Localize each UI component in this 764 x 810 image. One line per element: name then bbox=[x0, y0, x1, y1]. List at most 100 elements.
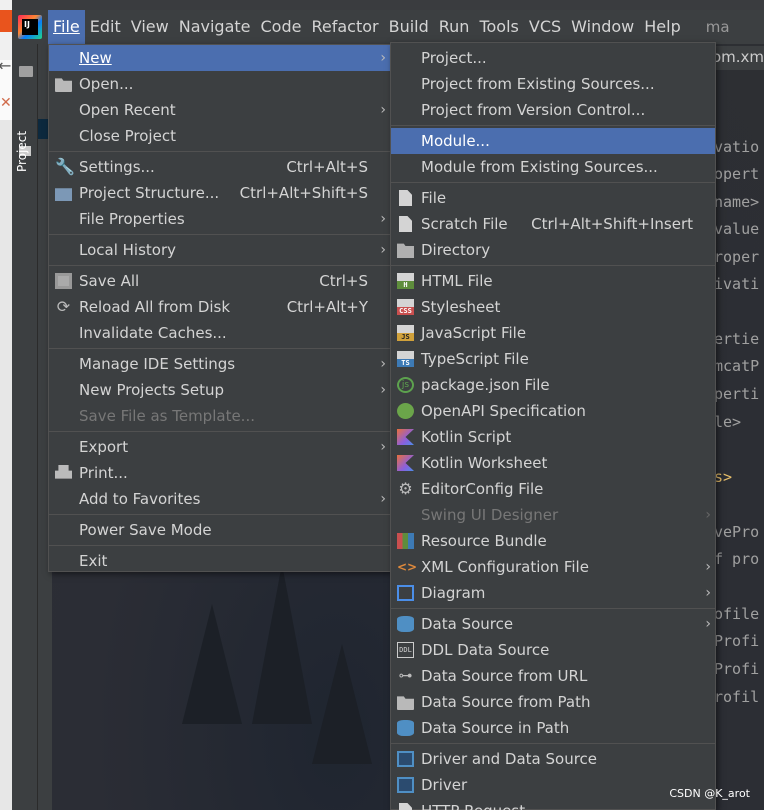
menu-view[interactable]: View bbox=[126, 10, 174, 44]
menu-item-ds-path[interactable]: Data Source from Path bbox=[391, 689, 715, 715]
menu-item-project-vcs[interactable]: Project from Version Control... bbox=[391, 97, 715, 123]
menu-item-stylesheet[interactable]: CSS Stylesheet bbox=[391, 294, 715, 320]
menu-item-label: Scratch File bbox=[421, 215, 508, 233]
menu-item-exit[interactable]: Exit bbox=[49, 548, 390, 574]
menu-item-add-favorites[interactable]: Add to Favorites › bbox=[49, 486, 390, 512]
menu-item-reload[interactable]: ⟳ Reload All from Disk Ctrl+Alt+Y bbox=[49, 294, 390, 320]
menu-item-label: Manage IDE Settings bbox=[79, 355, 236, 373]
code-line: f pro bbox=[714, 550, 760, 568]
menu-item-package-json[interactable]: js package.json File bbox=[391, 372, 715, 398]
menu-item-label: XML Configuration File bbox=[421, 558, 589, 576]
menu-window[interactable]: Window bbox=[566, 10, 639, 44]
menu-item-print[interactable]: Print... bbox=[49, 460, 390, 486]
menu-run[interactable]: Run bbox=[434, 10, 475, 44]
menu-item-close-project[interactable]: Close Project bbox=[49, 123, 390, 149]
css-file-icon: CSS bbox=[397, 299, 414, 315]
resource-bundle-icon bbox=[397, 533, 414, 549]
menu-item-http-request[interactable]: HTTP Request bbox=[391, 798, 715, 810]
menu-item-label: Data Source from URL bbox=[421, 667, 588, 685]
menu-item-openapi[interactable]: OpenAPI Specification bbox=[391, 398, 715, 424]
html-file-icon: H bbox=[397, 273, 414, 289]
menu-item-xml-config[interactable]: <> XML Configuration File › bbox=[391, 554, 715, 580]
menu-item-diagram[interactable]: Diagram › bbox=[391, 580, 715, 606]
menu-item-new[interactable]: New › bbox=[49, 45, 390, 71]
menu-item-label: File bbox=[421, 189, 447, 207]
code-line: Profi bbox=[714, 632, 760, 650]
menu-item-manage-ide[interactable]: Manage IDE Settings › bbox=[49, 351, 390, 377]
menu-item-label: Project Structure... bbox=[79, 184, 220, 202]
menu-item-ds-url[interactable]: ⊶ Data Source from URL bbox=[391, 663, 715, 689]
menu-item-new-projects-setup[interactable]: New Projects Setup › bbox=[49, 377, 390, 403]
menu-help[interactable]: Help bbox=[639, 10, 685, 44]
menu-item-project-existing[interactable]: Project from Existing Sources... bbox=[391, 71, 715, 97]
menu-item-kotlin-script[interactable]: Kotlin Script bbox=[391, 424, 715, 450]
menu-item-label: Settings... bbox=[79, 158, 155, 176]
menu-item-project[interactable]: Project... bbox=[391, 45, 715, 71]
menu-item-file[interactable]: File bbox=[391, 185, 715, 211]
wrench-icon: 🔧 bbox=[55, 157, 75, 176]
menu-item-label: Data Source bbox=[421, 615, 514, 633]
menu-item-settings[interactable]: 🔧 Settings... Ctrl+Alt+S bbox=[49, 154, 390, 180]
project-tool-tab[interactable]: Project bbox=[15, 131, 29, 172]
menu-item-module-existing[interactable]: Module from Existing Sources... bbox=[391, 154, 715, 180]
menu-navigate[interactable]: Navigate bbox=[174, 10, 256, 44]
menu-item-module[interactable]: Module... bbox=[391, 128, 715, 154]
menu-item-label: Open Recent bbox=[79, 101, 176, 119]
menu-item-save-all[interactable]: Save All Ctrl+S bbox=[49, 268, 390, 294]
menu-item-resource-bundle[interactable]: Resource Bundle bbox=[391, 528, 715, 554]
left-tool-strip: Project cture bbox=[12, 44, 38, 810]
menu-vcs[interactable]: VCS bbox=[524, 10, 566, 44]
menu-item-ddl-data-source[interactable]: DDL DDL Data Source bbox=[391, 637, 715, 663]
project-structure-icon bbox=[55, 188, 72, 201]
menu-item-local-history[interactable]: Local History › bbox=[49, 237, 390, 263]
back-arrow-icon[interactable]: ← bbox=[0, 56, 11, 75]
menu-item-power-save[interactable]: Power Save Mode bbox=[49, 517, 390, 543]
reload-icon: ⟳ bbox=[56, 297, 71, 316]
menu-item-label: Print... bbox=[79, 464, 128, 482]
menu-item-javascript[interactable]: JS JavaScript File bbox=[391, 320, 715, 346]
code-line: mcatP bbox=[714, 357, 760, 375]
menu-item-directory[interactable]: Directory bbox=[391, 237, 715, 263]
menu-item-label: Add to Favorites bbox=[79, 490, 201, 508]
submenu-arrow-icon: › bbox=[380, 382, 386, 398]
package-json-icon: js bbox=[397, 377, 414, 393]
gear-icon: ⚙ bbox=[398, 479, 413, 498]
menu-item-driver-ds[interactable]: Driver and Data Source bbox=[391, 746, 715, 772]
menu-item-typescript[interactable]: TS TypeScript File bbox=[391, 346, 715, 372]
menu-item-invalidate-caches[interactable]: Invalidate Caches... bbox=[49, 320, 390, 346]
menu-item-data-source[interactable]: Data Source › bbox=[391, 611, 715, 637]
menu-item-kotlin-worksheet[interactable]: Kotlin Worksheet bbox=[391, 450, 715, 476]
menu-item-driver[interactable]: Driver bbox=[391, 772, 715, 798]
menu-item-open-recent[interactable]: Open Recent › bbox=[49, 97, 390, 123]
menu-build[interactable]: Build bbox=[384, 10, 434, 44]
menu-separator bbox=[49, 514, 390, 515]
menu-item-label: Kotlin Worksheet bbox=[421, 454, 548, 472]
decorative-icon: ✕ bbox=[0, 95, 12, 111]
directory-icon bbox=[397, 243, 414, 258]
code-line: ivati bbox=[714, 275, 760, 293]
menu-edit[interactable]: Edit bbox=[85, 10, 126, 44]
menu-item-open[interactable]: Open... bbox=[49, 71, 390, 97]
menu-item-export[interactable]: Export › bbox=[49, 434, 390, 460]
menu-tools[interactable]: Tools bbox=[474, 10, 523, 44]
menu-separator bbox=[49, 348, 390, 349]
menu-item-scratch[interactable]: Scratch File Ctrl+Alt+Shift+Insert bbox=[391, 211, 715, 237]
outside-window-sliver: ← ✕ bbox=[0, 0, 12, 810]
menu-file[interactable]: File bbox=[48, 10, 85, 44]
project-folder-icon[interactable] bbox=[19, 66, 33, 77]
menu-item-file-properties[interactable]: File Properties › bbox=[49, 206, 390, 232]
menu-code[interactable]: Code bbox=[256, 10, 307, 44]
menu-refactor[interactable]: Refactor bbox=[306, 10, 383, 44]
link-icon: ⊶ bbox=[398, 668, 413, 684]
javascript-file-icon: JS bbox=[397, 325, 414, 341]
code-line: s> bbox=[714, 468, 733, 486]
menu-item-label: Diagram bbox=[421, 584, 486, 602]
menu-item-html[interactable]: H HTML File bbox=[391, 268, 715, 294]
menu-item-label: HTTP Request bbox=[421, 798, 703, 810]
menu-item-editorconfig[interactable]: ⚙ EditorConfig File bbox=[391, 476, 715, 502]
code-line: value bbox=[714, 220, 760, 238]
menu-separator bbox=[49, 234, 390, 235]
code-line: roper bbox=[714, 248, 760, 266]
menu-item-project-structure[interactable]: Project Structure... Ctrl+Alt+Shift+S bbox=[49, 180, 390, 206]
menu-item-ds-in-path[interactable]: Data Source in Path bbox=[391, 715, 715, 741]
